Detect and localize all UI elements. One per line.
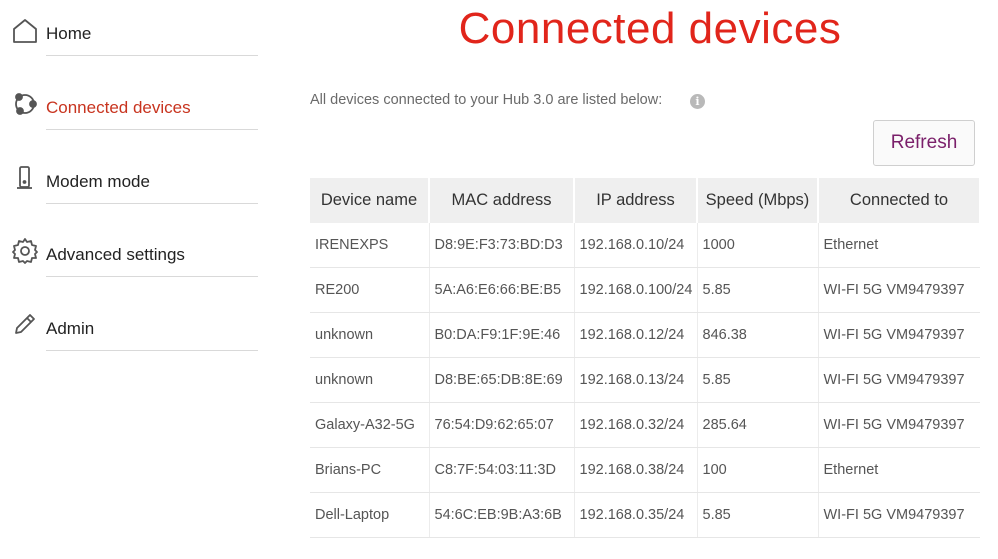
- sidebar-item-label: Connected devices: [46, 98, 191, 117]
- mac-address-cell: D8:9E:F3:73:BD:D3: [429, 223, 575, 268]
- column-header-mac-address: MAC address: [429, 178, 575, 223]
- ip-address-cell: 192.168.0.10/24: [574, 223, 698, 268]
- page-subtitle: All devices connected to your Hub 3.0 ar…: [310, 92, 663, 108]
- table-header-row: Device name MAC address IP address Speed…: [310, 178, 981, 223]
- page-title: Connected devices: [458, 4, 842, 53]
- speed-cell: 846.38: [697, 312, 819, 358]
- sidebar-item-connected-devices[interactable]: Connected devices: [8, 88, 258, 144]
- sidebar-item-label: Home: [46, 24, 92, 43]
- ip-address-cell: 192.168.0.12/24: [574, 312, 698, 358]
- mac-address-cell: B0:DA:F9:1F:9E:46: [429, 312, 575, 358]
- device-name-cell: Galaxy-A32-5G: [310, 402, 430, 448]
- device-name-cell: IRENEXPS: [310, 223, 430, 268]
- device-name-cell: unknown: [310, 312, 430, 358]
- mac-address-cell: C8:7F:54:03:11:3D: [429, 447, 575, 493]
- connected-to-cell: Ethernet: [818, 447, 980, 493]
- devices-table: Device name MAC address IP address Speed…: [310, 178, 981, 538]
- column-header-ip-address: IP address: [574, 178, 698, 223]
- device-name-cell: RE200: [310, 267, 430, 313]
- mac-address-cell: 76:54:D9:62:65:07: [429, 402, 575, 448]
- pencil-icon: [10, 309, 40, 339]
- connected-to-cell: Ethernet: [818, 223, 980, 268]
- table-row: Galaxy-A32-5G 76:54:D9:62:65:07 192.168.…: [310, 402, 980, 448]
- table-row: IRENEXPS D8:9E:F3:73:BD:D3 192.168.0.10/…: [310, 223, 980, 268]
- divider: [46, 129, 258, 130]
- modem-icon: [10, 163, 40, 193]
- divider: [46, 276, 258, 277]
- sidebar-item-advanced-settings[interactable]: Advanced settings: [8, 235, 258, 291]
- table-row: unknown B0:DA:F9:1F:9E:46 192.168.0.12/2…: [310, 312, 980, 358]
- table-row: RE200 5A:A6:E6:66:BE:B5 192.168.0.100/24…: [310, 267, 980, 313]
- table-row: unknown D8:BE:65:DB:8E:69 192.168.0.13/2…: [310, 357, 980, 403]
- connected-to-cell: WI-FI 5G VM9479397: [818, 267, 980, 313]
- column-header-device-name: Device name: [310, 178, 430, 223]
- refresh-button[interactable]: Refresh: [873, 120, 975, 166]
- device-name-cell: Dell-Laptop: [310, 492, 430, 538]
- connected-to-cell: WI-FI 5G VM9479397: [818, 312, 980, 358]
- table-row: Dell-Laptop 54:6C:EB:9B:A3:6B 192.168.0.…: [310, 492, 980, 538]
- speed-cell: 100: [697, 447, 819, 493]
- mac-address-cell: D8:BE:65:DB:8E:69: [429, 357, 575, 403]
- ip-address-cell: 192.168.0.35/24: [574, 492, 698, 538]
- divider: [46, 203, 258, 204]
- speed-cell: 5.85: [697, 267, 819, 313]
- ip-address-cell: 192.168.0.100/24: [574, 267, 698, 313]
- divider: [46, 350, 258, 351]
- column-header-speed: Speed (Mbps): [697, 178, 819, 223]
- mac-address-cell: 5A:A6:E6:66:BE:B5: [429, 267, 575, 313]
- sidebar-item-label: Advanced settings: [46, 245, 185, 264]
- device-name-cell: Brians-PC: [310, 447, 430, 493]
- speed-cell: 285.64: [697, 402, 819, 448]
- column-header-connected-to: Connected to: [818, 178, 981, 223]
- ip-address-cell: 192.168.0.38/24: [574, 447, 698, 493]
- sidebar-item-admin[interactable]: Admin: [8, 309, 258, 365]
- sidebar-item-modem-mode[interactable]: Modem mode: [8, 162, 258, 218]
- sidebar-item-label: Admin: [46, 319, 95, 338]
- connected-devices-icon: [10, 89, 40, 119]
- device-name-cell: unknown: [310, 357, 430, 403]
- gear-icon: [10, 236, 40, 266]
- speed-cell: 5.85: [697, 492, 819, 538]
- sidebar-item-label: Modem mode: [46, 172, 150, 191]
- connected-to-cell: WI-FI 5G VM9479397: [818, 402, 980, 448]
- divider: [46, 55, 258, 56]
- connected-to-cell: WI-FI 5G VM9479397: [818, 492, 980, 538]
- info-icon[interactable]: i: [690, 94, 705, 109]
- ip-address-cell: 192.168.0.32/24: [574, 402, 698, 448]
- ip-address-cell: 192.168.0.13/24: [574, 357, 698, 403]
- speed-cell: 5.85: [697, 357, 819, 403]
- table-row: Brians-PC C8:7F:54:03:11:3D 192.168.0.38…: [310, 447, 980, 493]
- home-icon: [10, 16, 40, 46]
- mac-address-cell: 54:6C:EB:9B:A3:6B: [429, 492, 575, 538]
- sidebar-item-home[interactable]: Home: [8, 14, 258, 70]
- speed-cell: 1000: [697, 223, 819, 268]
- connected-to-cell: WI-FI 5G VM9479397: [818, 357, 980, 403]
